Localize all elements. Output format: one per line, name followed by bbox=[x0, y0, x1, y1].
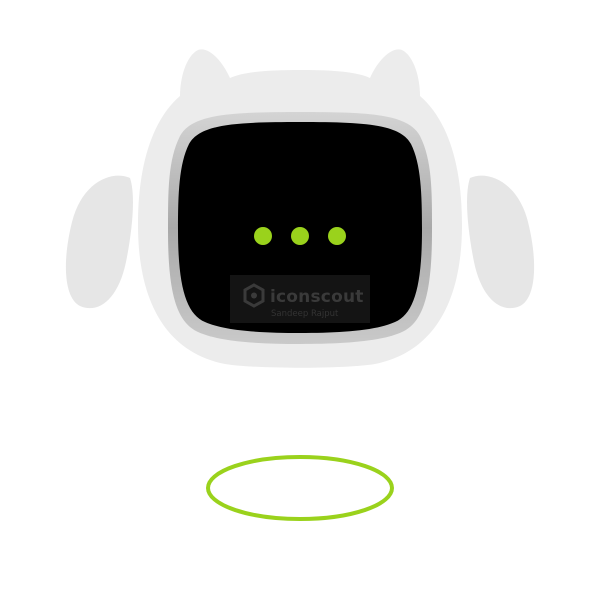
typing-dots-icon bbox=[254, 227, 346, 245]
robot-scene: iconscout Sandeep Rajput bbox=[65, 49, 535, 521]
robot-right-arm bbox=[467, 175, 535, 309]
watermark-brand: iconscout bbox=[270, 287, 364, 307]
typing-dot bbox=[291, 227, 309, 245]
robot-left-arm bbox=[65, 175, 133, 309]
watermark: iconscout Sandeep Rajput bbox=[230, 275, 370, 323]
typing-dot bbox=[254, 227, 272, 245]
typing-dot bbox=[328, 227, 346, 245]
halo-ring bbox=[206, 455, 394, 521]
watermark-author: Sandeep Rajput bbox=[271, 309, 339, 319]
